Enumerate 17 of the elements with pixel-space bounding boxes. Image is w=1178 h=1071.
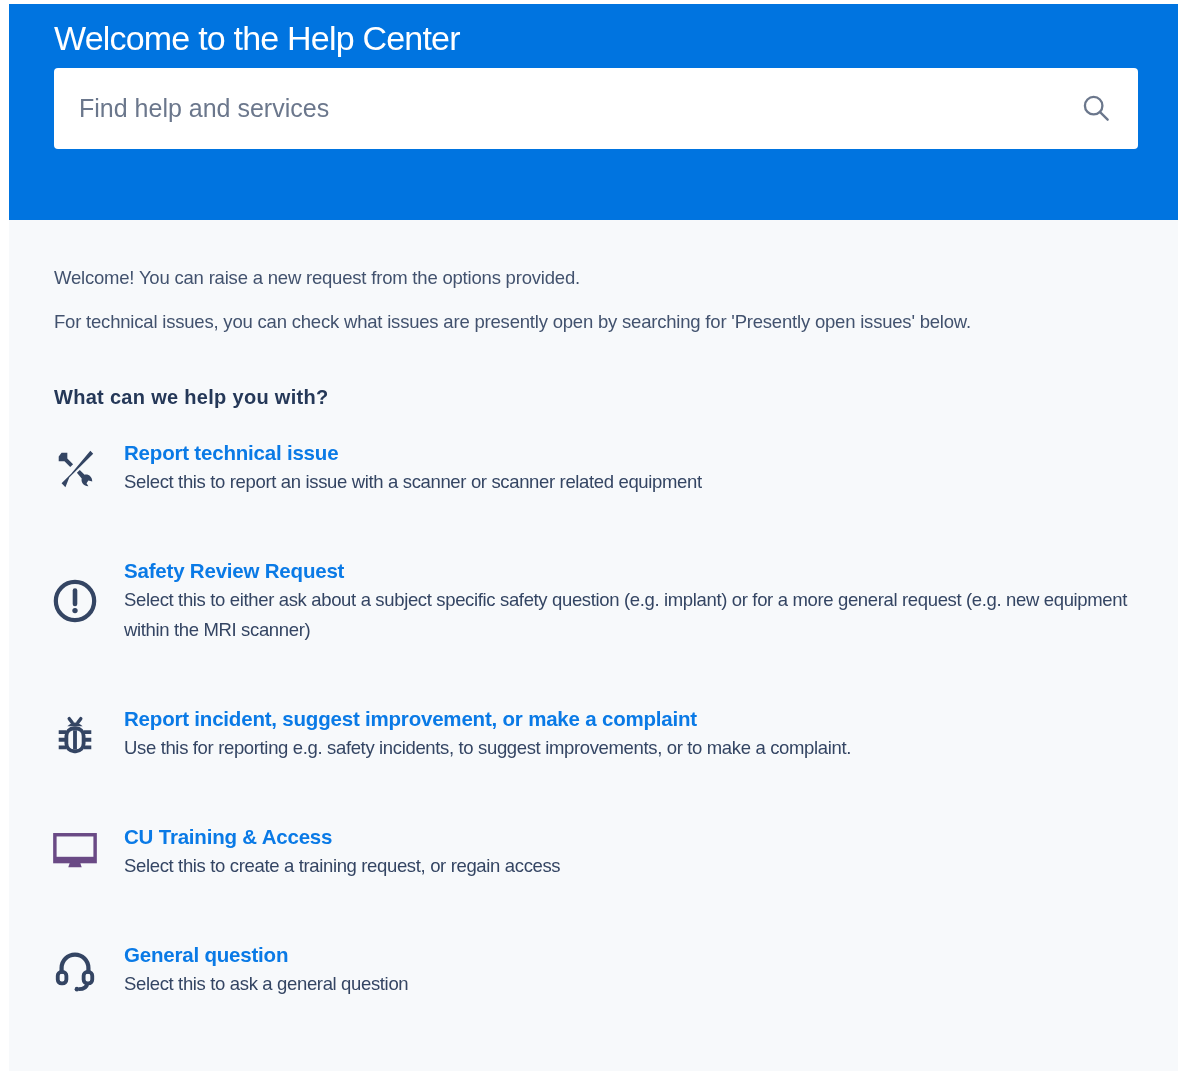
request-type-link[interactable]: Report incident, suggest improvement, or make a complaint <box>124 705 1138 733</box>
page-title: Welcome to the Help Center <box>54 18 461 58</box>
request-type-description: Select this to ask a general question <box>124 972 410 996</box>
request-type-description: Use this for reporting e.g. safety incidents, to suggest improvements, or to make a complaint. <box>124 736 852 760</box>
intro-text: For technical issues, you can check what issues are presently open by searching for 'Presently open issues' below. <box>54 310 972 334</box>
search-icon[interactable] <box>1082 94 1110 122</box>
intro-text: Welcome! You can raise a new request from the options provided. <box>54 266 581 290</box>
request-type-link[interactable]: General question <box>124 941 1138 969</box>
search-field[interactable]: Find help and services <box>54 68 1138 149</box>
request-type-description: Select this to create a training request, or regain access <box>124 854 562 878</box>
request-type-link[interactable]: Report technical issue <box>124 439 1138 467</box>
alert-icon <box>52 578 98 624</box>
request-type-description: Select this to report an issue with a scanner or scanner related equipment <box>124 470 703 494</box>
section-heading: What can we help you with? <box>54 386 330 409</box>
request-type-link[interactable]: CU Training & Access <box>124 823 1138 851</box>
request-type-description: Select this to either ask about a subject specific safety question (e.g. implant) or for a more general request (e.g. new equipment within the MRI scanner) <box>124 588 1129 642</box>
request-type-link[interactable]: Safety Review Request <box>124 557 1138 585</box>
